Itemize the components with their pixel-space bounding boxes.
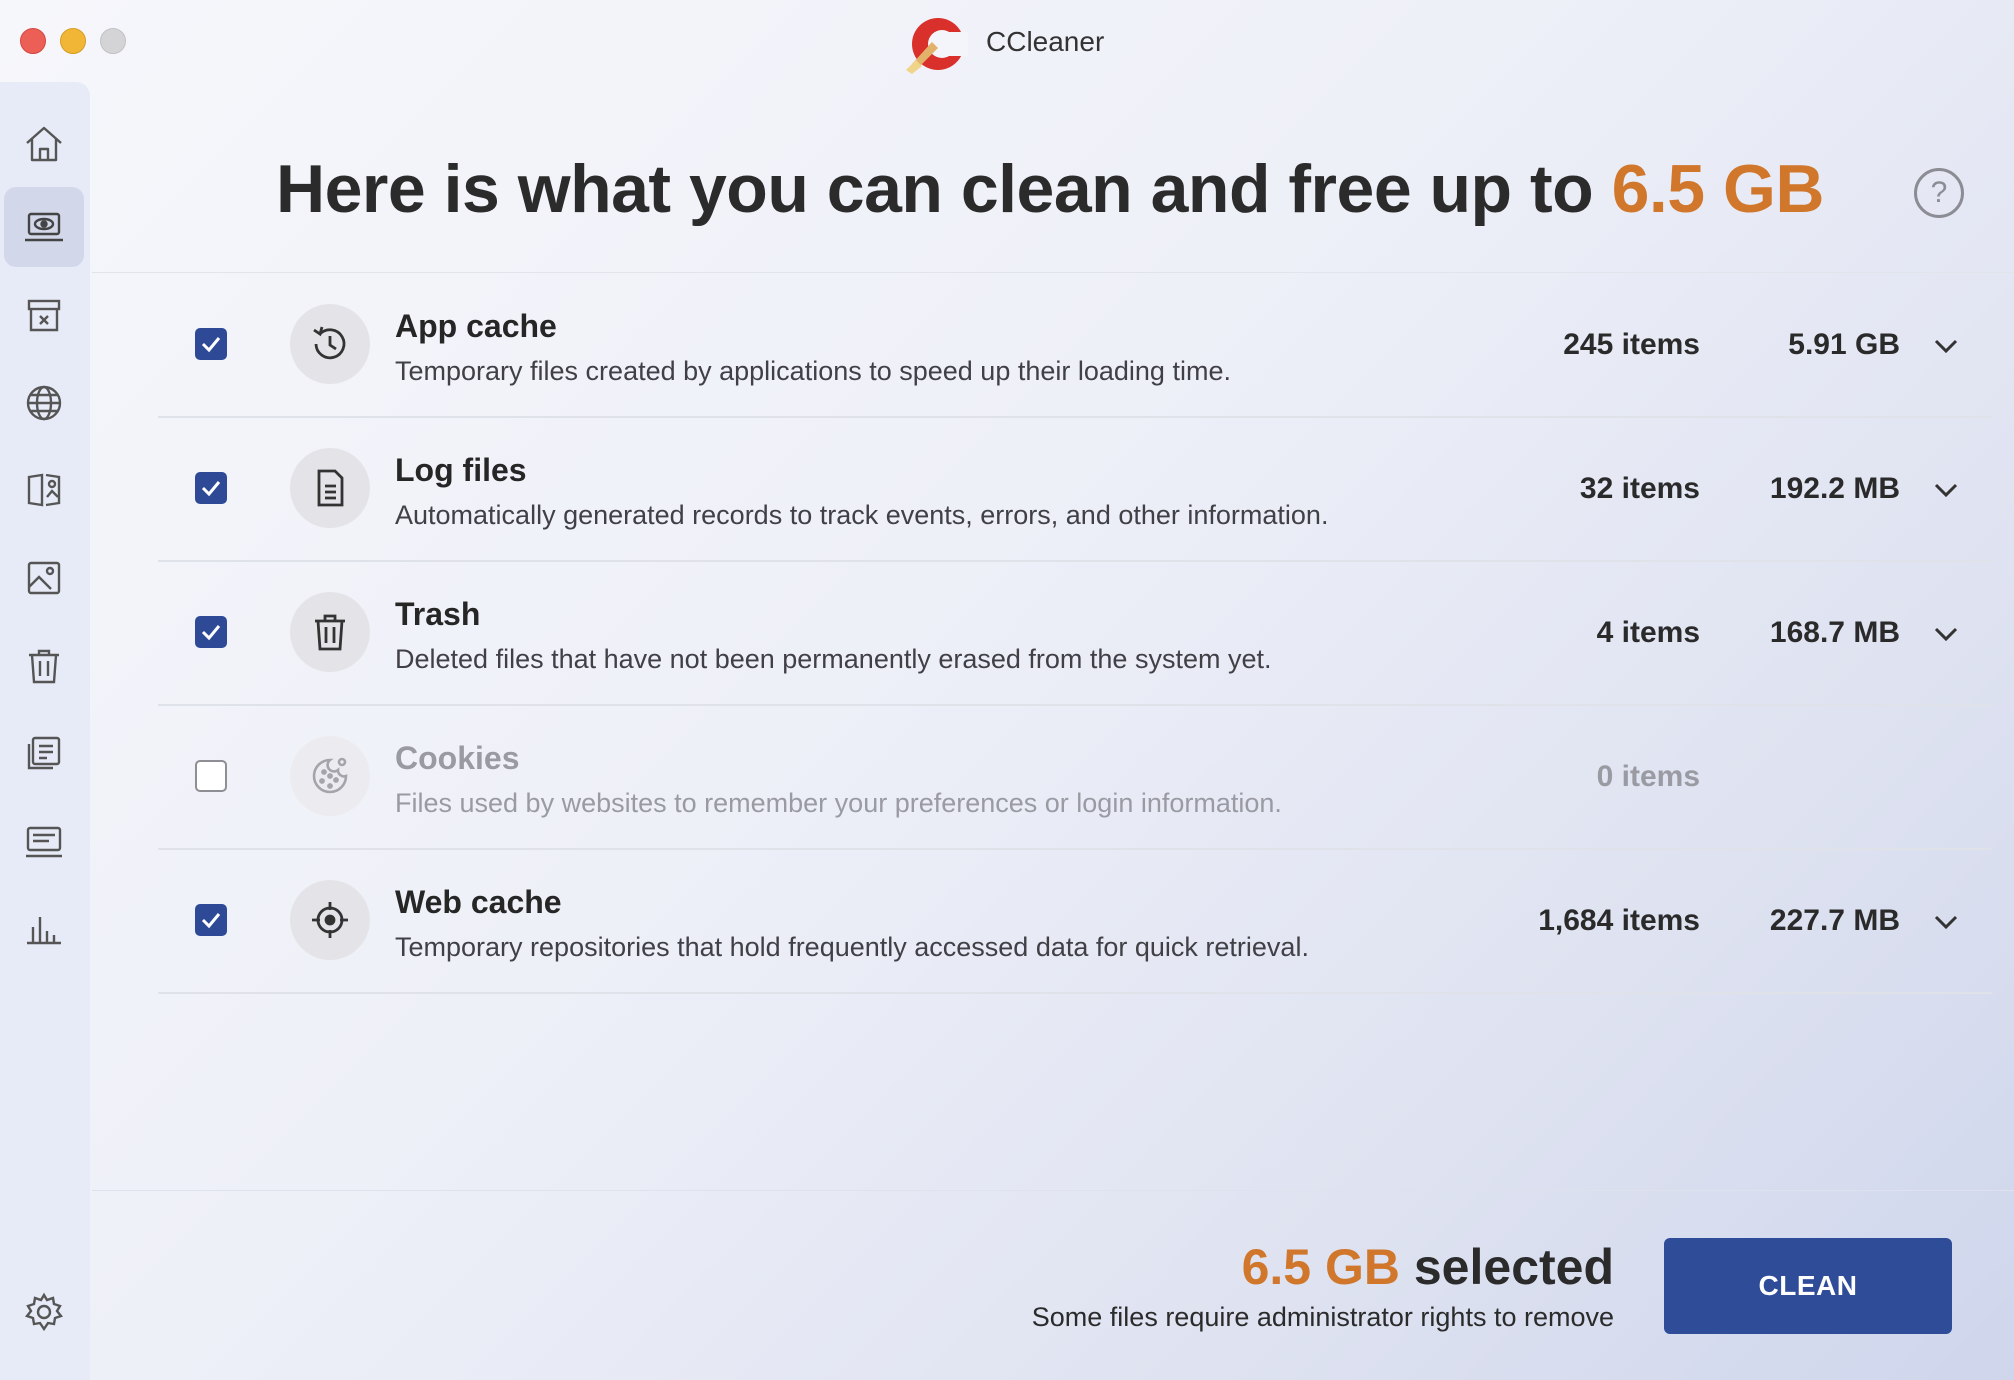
chevron-down-icon[interactable] (1930, 330, 1962, 362)
footer-divider (92, 1190, 2014, 1191)
sidebar-item-browser[interactable] (4, 363, 84, 443)
home-icon (26, 126, 62, 162)
bar-chart-icon (27, 917, 61, 945)
selected-amount: 6.5 GB (1241, 1239, 1400, 1295)
close-window-button[interactable] (20, 28, 46, 54)
trash-icon (29, 649, 59, 684)
laptop-eye-icon (25, 212, 63, 242)
log-files-description: Automatically generated records to track… (395, 500, 1329, 530)
sidebar-item-trash[interactable] (4, 626, 84, 706)
trash-title: Trash (395, 596, 481, 632)
cookies-description: Files used by websites to remember your … (395, 788, 1282, 818)
clean-row-log-files: Log files Automatically generated record… (158, 418, 1992, 562)
trash-count: 4 items (1596, 616, 1700, 649)
log-files-icon-badge (290, 448, 370, 528)
ccleaner-logo-icon (906, 18, 968, 74)
sidebar-item-cleaner[interactable] (4, 187, 84, 267)
selected-label: selected (1399, 1239, 1614, 1295)
clean-row-app-cache: App cache Temporary files created by app… (158, 274, 1992, 418)
crosshair-icon (312, 902, 348, 938)
cookie-icon (312, 757, 348, 794)
trash-description: Deleted files that have not been permane… (395, 644, 1272, 674)
page-title: Here is what you can clean and free up t… (160, 150, 1940, 228)
sidebar-item-photos[interactable] (4, 538, 84, 618)
cookies-title: Cookies (395, 740, 520, 776)
history-clock-icon (313, 326, 346, 360)
sidebar-item-statistics[interactable] (4, 888, 84, 968)
chevron-down-icon[interactable] (1930, 906, 1962, 938)
admin-rights-note: Some files require administrator rights … (1031, 1302, 1614, 1332)
cookies-icon-badge (290, 736, 370, 816)
web-cache-size: 227.7 MB (1769, 904, 1900, 937)
app-cache-icon-badge (290, 304, 370, 384)
app-cache-checkbox[interactable] (195, 328, 227, 360)
app-cache-description: Temporary files created by applications … (395, 356, 1231, 386)
trash-checkbox[interactable] (195, 616, 227, 648)
web-cache-description: Temporary repositories that hold frequen… (395, 932, 1309, 962)
chevron-down-icon[interactable] (1930, 474, 1962, 506)
cookies-count: 0 items (1596, 760, 1700, 793)
sidebar-item-home[interactable] (4, 104, 84, 184)
cookies-checkbox[interactable] (195, 760, 227, 792)
document-icon (317, 469, 344, 507)
sidebar-item-performance[interactable] (4, 801, 84, 881)
trash-icon-badge (290, 592, 370, 672)
checkmark-icon (201, 625, 221, 641)
sidebar-item-duplicates[interactable] (4, 450, 84, 530)
app-cache-size: 5.91 GB (1788, 328, 1900, 361)
checkmark-icon (201, 337, 221, 353)
window-title: CCleaner (986, 26, 1105, 57)
app-cache-title: App cache (395, 308, 557, 344)
clean-row-web-cache: Web cache Temporary repositories that ho… (158, 850, 1992, 994)
checkmark-icon (201, 481, 221, 497)
sidebar-item-settings[interactable] (4, 1272, 84, 1352)
log-files-size: 192.2 MB (1769, 472, 1900, 505)
app-window: CCleaner Here is what you can clean and … (0, 0, 2014, 1380)
gear-icon (24, 1292, 64, 1332)
photo-icon (27, 561, 61, 595)
selected-total: 6.5 GB selected (1242, 1238, 1614, 1296)
keyboard-icon (26, 826, 62, 858)
checkmark-icon (201, 913, 221, 929)
clean-row-cookies: Cookies Files used by websites to rememb… (158, 706, 1992, 850)
log-files-title: Log files (395, 452, 527, 488)
trash-icon (315, 614, 345, 651)
log-files-checkbox[interactable] (195, 472, 227, 504)
page-title-amount: 6.5 GB (1611, 151, 1825, 227)
minimize-window-button[interactable] (60, 28, 86, 54)
chevron-down-icon[interactable] (1930, 618, 1962, 650)
page-title-text: Here is what you can clean and free up t… (275, 151, 1612, 227)
web-cache-icon-badge (290, 880, 370, 960)
title-bar: CCleaner (0, 0, 2014, 84)
zoom-window-button[interactable] (100, 28, 126, 54)
trash-size: 168.7 MB (1769, 616, 1900, 649)
clean-row-trash: Trash Deleted files that have not been p… (158, 562, 1992, 706)
sidebar-item-startup[interactable] (4, 713, 84, 793)
uninstall-box-icon (27, 299, 61, 332)
duplicate-files-icon (27, 473, 61, 507)
web-cache-count: 1,684 items (1538, 904, 1700, 937)
help-button[interactable]: ? (1914, 168, 1964, 218)
startup-list-icon (27, 736, 61, 770)
globe-icon (26, 385, 62, 421)
app-cache-count: 245 items (1563, 328, 1700, 361)
log-files-count: 32 items (1579, 472, 1700, 505)
row-divider (158, 992, 1992, 994)
web-cache-title: Web cache (395, 884, 562, 920)
sidebar-item-uninstaller[interactable] (4, 275, 84, 355)
clean-button[interactable]: CLEAN (1664, 1238, 1952, 1334)
header-divider (92, 272, 2014, 273)
web-cache-checkbox[interactable] (195, 904, 227, 936)
sidebar (0, 82, 90, 1380)
